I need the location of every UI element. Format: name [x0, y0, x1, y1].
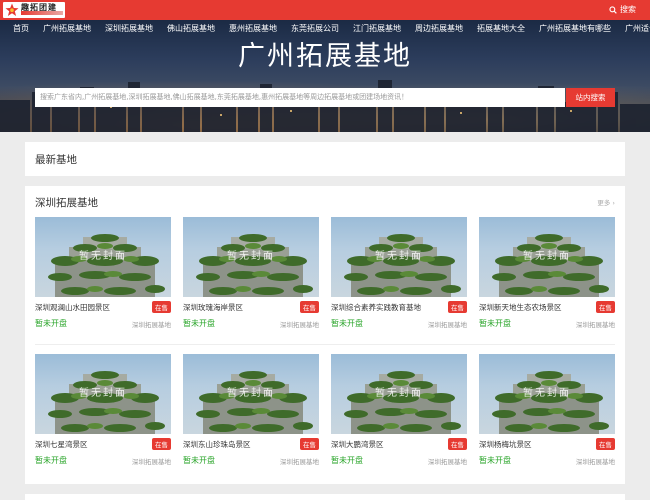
no-cover-watermark: 暂无封面: [79, 251, 127, 262]
search-icon: [609, 5, 617, 14]
base-card[interactable]: 暂无封面 深圳七星湾景区 在售 暂未开盘 深圳拓展基地: [35, 354, 171, 469]
base-card[interactable]: 暂无封面 深圳玫瑰海岸景区 在售 暂未开盘 深圳拓展基地: [183, 217, 319, 332]
no-cover-watermark: 暂无封面: [227, 388, 275, 399]
site-search-input[interactable]: 搜索广东省内,广州拓展基地,深圳拓展基地,佛山拓展基地,东莞拓展基地,惠州拓展基…: [35, 88, 565, 107]
base-cover-image[interactable]: 暂无封面: [479, 354, 615, 434]
sale-badge: 在售: [152, 301, 171, 313]
top-bar: 趣拓团建 搜索: [0, 0, 650, 20]
base-name-link[interactable]: 深圳东山珍珠岛景区: [183, 439, 251, 450]
sale-badge: 在售: [596, 301, 615, 313]
top-search-button[interactable]: 搜索: [609, 4, 636, 15]
base-category-link[interactable]: 深圳拓展基地: [280, 319, 319, 329]
hero-title: 广州拓展基地: [238, 41, 412, 72]
sale-badge: 在售: [448, 301, 467, 313]
top-search-label: 搜索: [620, 5, 636, 14]
sale-badge: 在售: [300, 301, 319, 313]
base-category-link[interactable]: 深圳拓展基地: [280, 456, 319, 466]
base-card[interactable]: 暂无封面 深圳东山珍珠岛景区 在售 暂未开盘 深圳拓展基地: [183, 354, 319, 469]
no-cover-watermark: 暂无封面: [523, 251, 571, 262]
base-category-link[interactable]: 深圳拓展基地: [132, 319, 171, 329]
base-card[interactable]: 暂无封面 深圳新天地生态农场景区 在售 暂未开盘 深圳拓展基地: [479, 217, 615, 332]
sale-badge: 在售: [152, 438, 171, 450]
logo-slogan-bar: [21, 11, 63, 15]
sale-badge: 在售: [300, 438, 319, 450]
base-status: 暂未开盘: [479, 456, 511, 465]
hero-banner: 首页 广州拓展基地 深圳拓展基地 佛山拓展基地 惠州拓展基地 东莞拓展公司 江门…: [0, 20, 650, 132]
base-name-link[interactable]: 深圳玫瑰海岸景区: [183, 302, 243, 313]
site-logo[interactable]: 趣拓团建: [3, 2, 65, 18]
next-section-edge: [25, 494, 625, 500]
sale-badge: 在售: [596, 438, 615, 450]
base-cover-image[interactable]: 暂无封面: [35, 217, 171, 297]
base-name-link[interactable]: 深圳大鹏湾景区: [331, 439, 384, 450]
shenzhen-section: 深圳拓展基地 更多 › 暂无封面 深圳观澜山水田园景区 在售 暂未开盘 深圳拓展…: [25, 186, 625, 484]
latest-title: 最新基地: [35, 154, 77, 166]
no-cover-watermark: 暂无封面: [375, 251, 423, 262]
base-category-link[interactable]: 深圳拓展基地: [132, 456, 171, 466]
base-name-link[interactable]: 深圳杨梅坑景区: [479, 439, 532, 450]
no-cover-watermark: 暂无封面: [227, 251, 275, 262]
base-status: 暂未开盘: [35, 319, 67, 328]
base-category-link[interactable]: 深圳拓展基地: [428, 456, 467, 466]
base-card[interactable]: 暂无封面 深圳综合素养实践教育基地 在售 暂未开盘 深圳拓展基地: [331, 217, 467, 332]
base-cover-image[interactable]: 暂无封面: [183, 217, 319, 297]
base-card[interactable]: 暂无封面 深圳大鹏湾景区 在售 暂未开盘 深圳拓展基地: [331, 354, 467, 469]
shenzhen-title: 深圳拓展基地: [35, 197, 98, 209]
base-cover-image[interactable]: 暂无封面: [35, 354, 171, 434]
base-card[interactable]: 暂无封面 深圳观澜山水田园景区 在售 暂未开盘 深圳拓展基地: [35, 217, 171, 332]
base-category-link[interactable]: 深圳拓展基地: [576, 319, 615, 329]
base-cover-image[interactable]: 暂无封面: [331, 354, 467, 434]
sale-badge: 在售: [448, 438, 467, 450]
base-name-link[interactable]: 深圳综合素养实践教育基地: [331, 302, 421, 313]
base-category-link[interactable]: 深圳拓展基地: [576, 456, 615, 466]
no-cover-watermark: 暂无封面: [79, 388, 127, 399]
latest-section: 最新基地: [25, 142, 625, 176]
base-status: 暂未开盘: [183, 319, 215, 328]
base-status: 暂未开盘: [183, 456, 215, 465]
no-cover-watermark: 暂无封面: [523, 388, 571, 399]
base-name-link[interactable]: 深圳观澜山水田园景区: [35, 302, 110, 313]
base-cover-image[interactable]: 暂无封面: [331, 217, 467, 297]
base-status: 暂未开盘: [479, 319, 511, 328]
site-search-button[interactable]: 站内搜索: [566, 88, 615, 107]
star-logo-icon: [5, 3, 19, 16]
base-name-link[interactable]: 深圳七星湾景区: [35, 439, 88, 450]
base-cover-image[interactable]: 暂无封面: [479, 217, 615, 297]
no-cover-watermark: 暂无封面: [375, 388, 423, 399]
base-status: 暂未开盘: [331, 319, 363, 328]
base-name-link[interactable]: 深圳新天地生态农场景区: [479, 302, 562, 313]
shenzhen-more-link[interactable]: 更多 ›: [597, 197, 615, 207]
base-card[interactable]: 暂无封面 深圳杨梅坑景区 在售 暂未开盘 深圳拓展基地: [479, 354, 615, 469]
row-divider: [35, 344, 615, 345]
base-status: 暂未开盘: [35, 456, 67, 465]
base-cover-image[interactable]: 暂无封面: [183, 354, 319, 434]
base-status: 暂未开盘: [331, 456, 363, 465]
base-category-link[interactable]: 深圳拓展基地: [428, 319, 467, 329]
